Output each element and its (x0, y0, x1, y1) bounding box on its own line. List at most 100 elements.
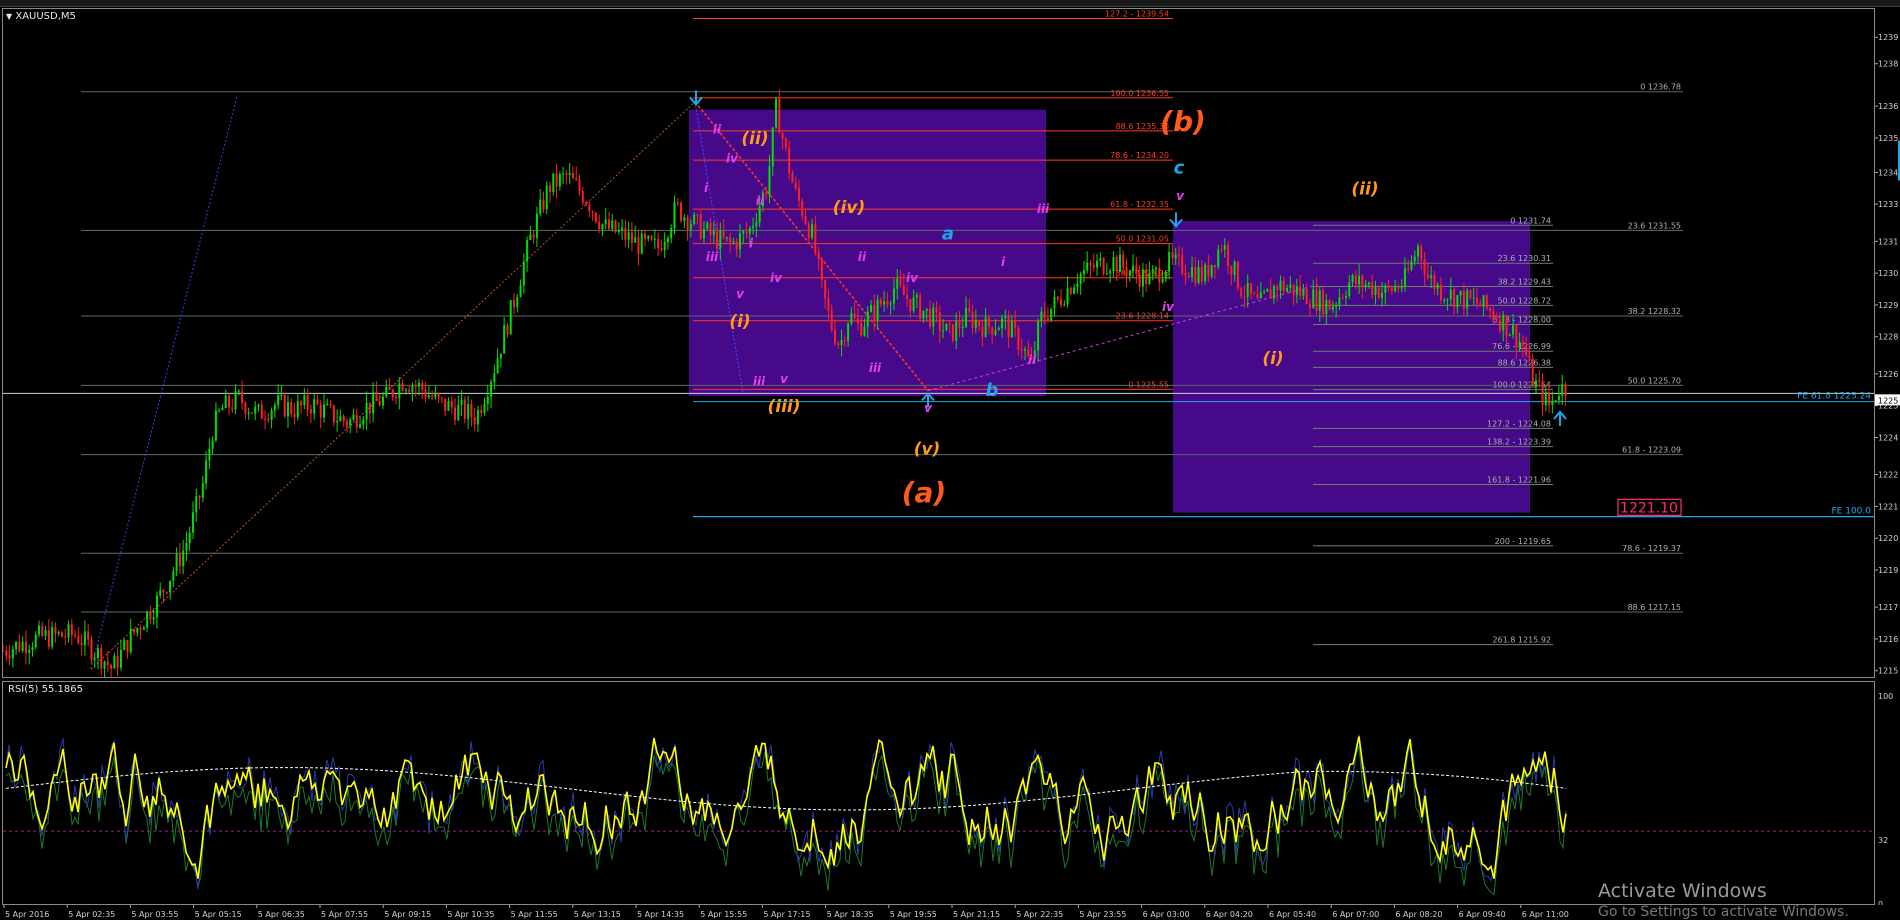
candle-body (1557, 395, 1560, 401)
candle-body (892, 288, 895, 304)
candle-body (696, 214, 699, 216)
candle-body (601, 224, 604, 230)
candle-body (93, 657, 96, 660)
fib-right-label-1: 23.6 1230.31 (1498, 254, 1551, 263)
candle-body (1358, 275, 1361, 285)
wave-label-a_major: (a) (902, 476, 947, 509)
candle-body (1236, 261, 1239, 289)
candle-body (1249, 283, 1252, 294)
fib-right-label-9: 138.2 - 1223.39 (1487, 438, 1551, 447)
candle-body (817, 252, 820, 260)
candle-body (1508, 334, 1511, 336)
rsi-axis-label-1: 32 (1878, 836, 1888, 845)
rsi-chart-canvas[interactable] (3, 682, 1874, 904)
candle-body (1374, 287, 1377, 295)
candle-body (345, 421, 348, 427)
candle-body (650, 236, 653, 240)
candle-body (1253, 293, 1256, 295)
candle-body (752, 226, 755, 229)
candle-body (286, 402, 289, 417)
candle-body (1505, 315, 1508, 336)
candle-body (1295, 286, 1298, 296)
candle-body (60, 632, 63, 637)
candle-body (208, 448, 211, 461)
candle-body (437, 393, 440, 398)
candle-body (316, 399, 319, 405)
candle-body (1312, 289, 1315, 308)
candle-body (1394, 286, 1397, 292)
candle-body (1060, 299, 1063, 305)
time-label-18: 6 Apr 03:00 (1143, 910, 1190, 919)
candle-body (788, 147, 791, 174)
candle-body (1168, 252, 1171, 272)
rsi-indicator-panel[interactable] (2, 681, 1875, 905)
candle-body (254, 406, 257, 414)
candle-body (434, 393, 437, 398)
candle-body (1397, 286, 1400, 289)
candle-body (473, 417, 476, 425)
time-label-22: 6 Apr 08:20 (1395, 910, 1442, 919)
candle-body (142, 627, 145, 630)
candle-body (368, 402, 371, 414)
time-label-6: 5 Apr 09:15 (384, 910, 431, 919)
candle-body (1109, 271, 1112, 274)
candle-body (1184, 273, 1187, 276)
candle-body (653, 238, 656, 240)
fib-right-label-6: 88.6 1226.38 (1498, 358, 1551, 367)
candle-body (676, 202, 679, 204)
candle-body (598, 221, 601, 230)
fib-right-label-5: 76.6 - 1226.99 (1492, 342, 1551, 351)
fib-right-label-4: 61.8 - 1228.00 (1492, 315, 1551, 324)
candle-body (480, 410, 483, 413)
candle-body (1423, 259, 1426, 275)
candle-body (1272, 286, 1275, 299)
candle-body (739, 233, 742, 250)
candle-body (404, 389, 407, 391)
candle-body (1456, 295, 1459, 308)
candle-body (175, 553, 178, 572)
candle-body (991, 326, 994, 335)
price-chart-panel[interactable]: 127.2 - 1239.54 100.0 1236.55 88.6 1235.30… (2, 8, 1875, 678)
candle-body (1266, 289, 1269, 292)
candle-body (201, 483, 204, 498)
fib-outer-label-3: 50.0 1225.70 (1628, 376, 1681, 385)
candle-body (162, 590, 165, 593)
candle-body (1289, 284, 1292, 288)
candle-body (873, 305, 876, 321)
candle-body (647, 236, 650, 239)
wave-label-m_ii_2: ii (756, 194, 765, 208)
time-label-17: 5 Apr 23:55 (1079, 910, 1126, 919)
candle-body (401, 383, 404, 391)
candle-body (621, 227, 624, 230)
candle-body (699, 214, 702, 239)
candle-body (886, 301, 889, 305)
symbol-label[interactable]: ▼ XAUUSD,M5 (6, 11, 76, 22)
candle-body (542, 199, 545, 210)
candle-body (568, 172, 571, 175)
candle-body (241, 391, 244, 403)
candle-body (906, 295, 909, 300)
price-axis[interactable]: 1239 1238 1236 1235 1234 1233 1231 1230 1229 1228… (1875, 8, 1900, 905)
fib-outer-label-4: 61.8 - 1223.09 (1622, 446, 1681, 455)
candle-body (64, 636, 67, 638)
candle-body (1495, 318, 1498, 320)
candle-body (1564, 384, 1567, 397)
price-label-2: 1236 (1878, 102, 1898, 111)
candle-body (486, 396, 489, 404)
candle-body (1407, 268, 1410, 270)
candle-body (1466, 290, 1469, 309)
candle-body (503, 325, 506, 354)
candle-body (444, 398, 447, 411)
candle-body (1381, 292, 1384, 299)
candle-body (519, 285, 522, 298)
candle-body (1118, 254, 1121, 272)
candle-body (1043, 311, 1046, 318)
candle-body (493, 373, 496, 382)
candle-body (879, 299, 882, 305)
time-label-4: 5 Apr 06:35 (258, 910, 305, 919)
candle-body (840, 340, 843, 345)
candle-body (283, 394, 286, 417)
dropdown-arrow-icon[interactable]: ▼ (6, 12, 12, 21)
price-chart-canvas[interactable]: 127.2 - 1239.54100.0 1236.5588.6 1235.30… (3, 9, 1874, 677)
time-label-14: 5 Apr 19:55 (890, 910, 937, 919)
